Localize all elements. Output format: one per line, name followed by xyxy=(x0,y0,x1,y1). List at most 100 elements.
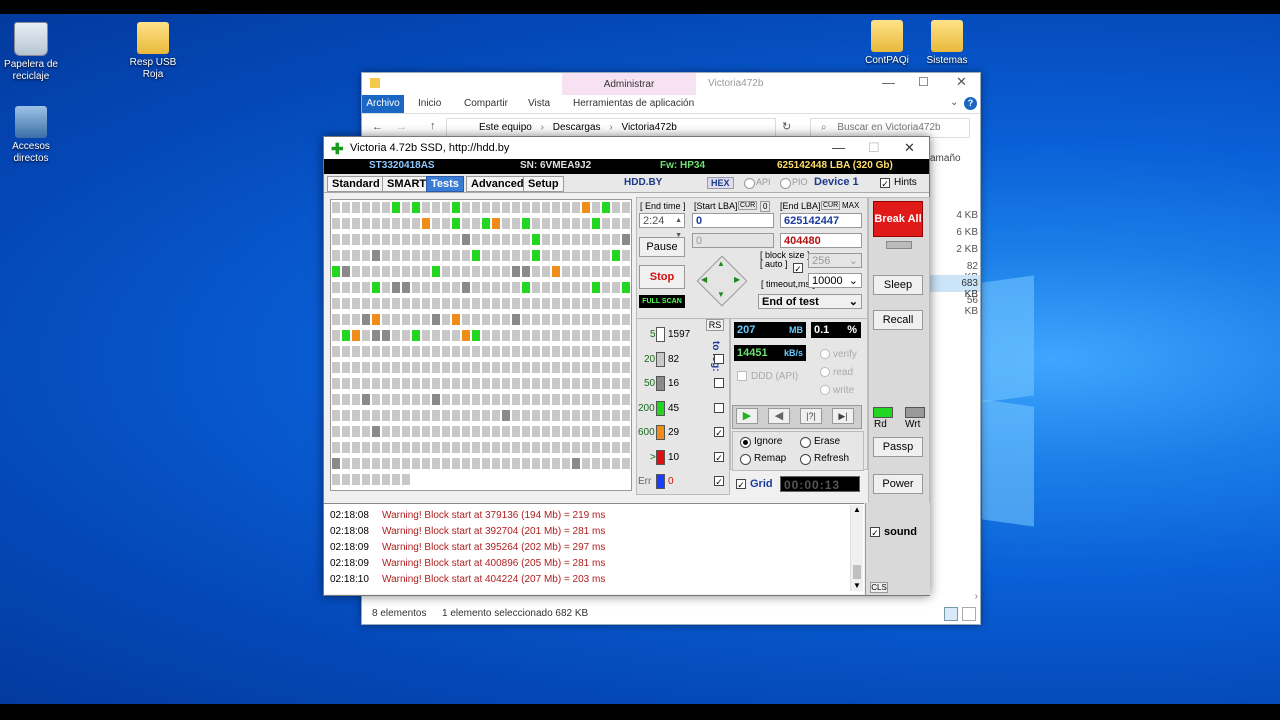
cur-label[interactable]: CUR xyxy=(738,201,758,210)
pio-radio[interactable] xyxy=(780,178,791,189)
scan-block xyxy=(542,266,550,277)
scan-block xyxy=(362,314,370,325)
refresh-radio[interactable] xyxy=(800,454,811,465)
recall-button[interactable]: Recall xyxy=(873,310,923,330)
skip-end-icon[interactable]: ▶| xyxy=(832,408,854,424)
cls-button[interactable]: CLS xyxy=(870,582,888,593)
scan-block xyxy=(592,314,600,325)
arrow-down-icon[interactable]: ▼ xyxy=(717,290,725,299)
log-checkbox[interactable] xyxy=(714,353,724,364)
details-view-icon[interactable] xyxy=(944,607,958,621)
remap-radio[interactable] xyxy=(740,454,751,465)
column-header-size[interactable]: amaño xyxy=(930,153,961,164)
arrow-right-icon[interactable]: ▶ xyxy=(734,275,740,284)
end-time-field[interactable]: 2:24 ▲ ▼ xyxy=(639,213,685,239)
arrow-up-icon[interactable]: ▲ xyxy=(717,259,725,268)
up-arrow-icon[interactable]: ↑ xyxy=(430,120,436,132)
forward-arrow-icon[interactable]: → xyxy=(396,121,407,133)
passp-button[interactable]: Passp xyxy=(873,437,923,457)
erase-radio[interactable] xyxy=(800,437,811,448)
hints-checkbox[interactable]: ✓ xyxy=(880,178,890,189)
desktop-icon-accesos[interactable]: Accesos directos xyxy=(0,106,66,165)
log-checkbox[interactable]: ✓ xyxy=(714,476,724,487)
scan-block xyxy=(562,330,570,341)
search-input[interactable]: ⌕ Buscar en Victoria472b xyxy=(810,118,970,138)
ddd-api-checkbox[interactable] xyxy=(737,371,747,381)
arrow-left-icon[interactable]: ◀ xyxy=(701,275,707,284)
tab-setup[interactable]: Setup xyxy=(523,176,564,192)
close-icon[interactable]: ✕ xyxy=(956,74,967,90)
block-size-select[interactable]: 256 ⌄ xyxy=(808,253,862,268)
tab-standard[interactable]: Standard xyxy=(327,176,385,192)
breadcrumb-descargas[interactable]: Descargas xyxy=(553,122,601,133)
scan-block xyxy=(592,410,600,421)
tab-inicio[interactable]: Inicio xyxy=(418,98,441,109)
scroll-up-icon[interactable]: ▲ xyxy=(853,505,861,514)
chevron-down-icon[interactable]: ⌄ xyxy=(950,97,958,108)
hex-button[interactable]: HEX xyxy=(707,177,734,189)
victoria-window: ✚ Victoria 4.72b SSD, http://hdd.by — ☐ … xyxy=(323,136,930,596)
read-radio[interactable] xyxy=(820,367,830,377)
breadcrumb-victoria[interactable]: Victoria472b xyxy=(621,122,676,133)
write-radio[interactable] xyxy=(820,385,830,395)
rs-button[interactable]: RS xyxy=(706,319,724,331)
explorer-title: Victoria472b xyxy=(708,78,764,89)
minimize-icon[interactable]: — xyxy=(832,140,845,155)
sound-checkbox[interactable]: ✓ xyxy=(870,527,880,538)
log-scrollbar[interactable]: ▲ ▼ xyxy=(850,505,863,591)
verify-radio[interactable] xyxy=(820,349,830,359)
power-button[interactable]: Power xyxy=(873,474,923,494)
desktop-icon-sistemas[interactable]: Sistemas xyxy=(912,20,982,67)
desktop-icon-resp-usb[interactable]: Resp USB Roja xyxy=(118,22,188,81)
log-checkbox[interactable]: ✓ xyxy=(714,427,724,438)
device-selector[interactable]: Device 1 xyxy=(814,176,859,188)
maximize-icon[interactable]: ☐ xyxy=(918,75,929,89)
end-lba-input[interactable]: 625142447 xyxy=(780,213,862,228)
timeout-select[interactable]: 10000 ⌄ xyxy=(808,273,862,288)
address-bar[interactable]: Este equipo › Descargas › Victoria472b xyxy=(446,118,776,138)
max-label[interactable]: MAX xyxy=(842,201,859,210)
help-icon[interactable]: ? xyxy=(964,97,977,110)
tab-administrar[interactable]: Administrar xyxy=(562,73,696,95)
scan-block xyxy=(542,314,550,325)
log-checkbox[interactable]: ✓ xyxy=(714,451,724,463)
log-checkbox[interactable] xyxy=(714,378,724,388)
api-radio[interactable] xyxy=(744,178,755,189)
tab-compartir[interactable]: Compartir xyxy=(464,98,508,109)
refresh-icon[interactable]: ↻ xyxy=(782,120,791,133)
full-scan-indicator[interactable]: FULL SCAN xyxy=(639,295,685,308)
tab-smart[interactable]: SMART xyxy=(382,176,432,192)
start-lba-input[interactable]: 0 xyxy=(692,213,774,228)
grid-checkbox[interactable]: ✓ xyxy=(736,479,746,490)
scroll-down-icon[interactable]: ▼ xyxy=(853,581,861,590)
play-icon[interactable]: ▶ xyxy=(736,408,758,424)
pause-button[interactable]: Pause xyxy=(639,237,685,257)
hdd-by-link[interactable]: HDD.BY xyxy=(624,177,662,188)
ignore-radio[interactable] xyxy=(740,437,751,448)
scan-block xyxy=(352,234,360,245)
tab-archivo[interactable]: Archivo xyxy=(362,95,404,113)
tab-vista[interactable]: Vista xyxy=(528,98,550,109)
end-of-test-select[interactable]: End of test ⌄ xyxy=(758,294,862,309)
scan-block xyxy=(522,218,530,229)
tab-advanced[interactable]: Advanced xyxy=(466,176,529,192)
large-icons-view-icon[interactable] xyxy=(962,607,976,621)
scroll-thumb[interactable] xyxy=(853,565,861,579)
tab-tests[interactable]: Tests xyxy=(426,176,464,192)
tab-herramientas[interactable]: Herramientas de aplicación xyxy=(573,98,694,109)
breadcrumb-este-equipo[interactable]: Este equipo xyxy=(479,122,532,133)
close-icon[interactable]: ✕ xyxy=(904,140,915,156)
desktop-icon-recycle-bin[interactable]: Papelera de reciclaje xyxy=(0,22,66,83)
stop-button[interactable]: Stop xyxy=(639,265,685,289)
sleep-button[interactable]: Sleep xyxy=(873,275,923,295)
log-checkbox[interactable] xyxy=(714,402,724,413)
random-seek-icon[interactable]: |?| xyxy=(800,408,822,424)
horizontal-scrollbar[interactable]: › xyxy=(928,591,978,603)
auto-block-size-checkbox[interactable]: ✓ xyxy=(793,263,803,274)
end-cur-label[interactable]: CUR xyxy=(821,201,841,210)
break-all-button[interactable]: Break All xyxy=(873,201,923,237)
minimize-icon[interactable]: — xyxy=(882,75,895,90)
back-arrow-icon[interactable]: ← xyxy=(372,121,383,133)
rewind-icon[interactable]: ◀ xyxy=(768,408,790,424)
maximize-icon[interactable]: ☐ xyxy=(868,140,880,156)
